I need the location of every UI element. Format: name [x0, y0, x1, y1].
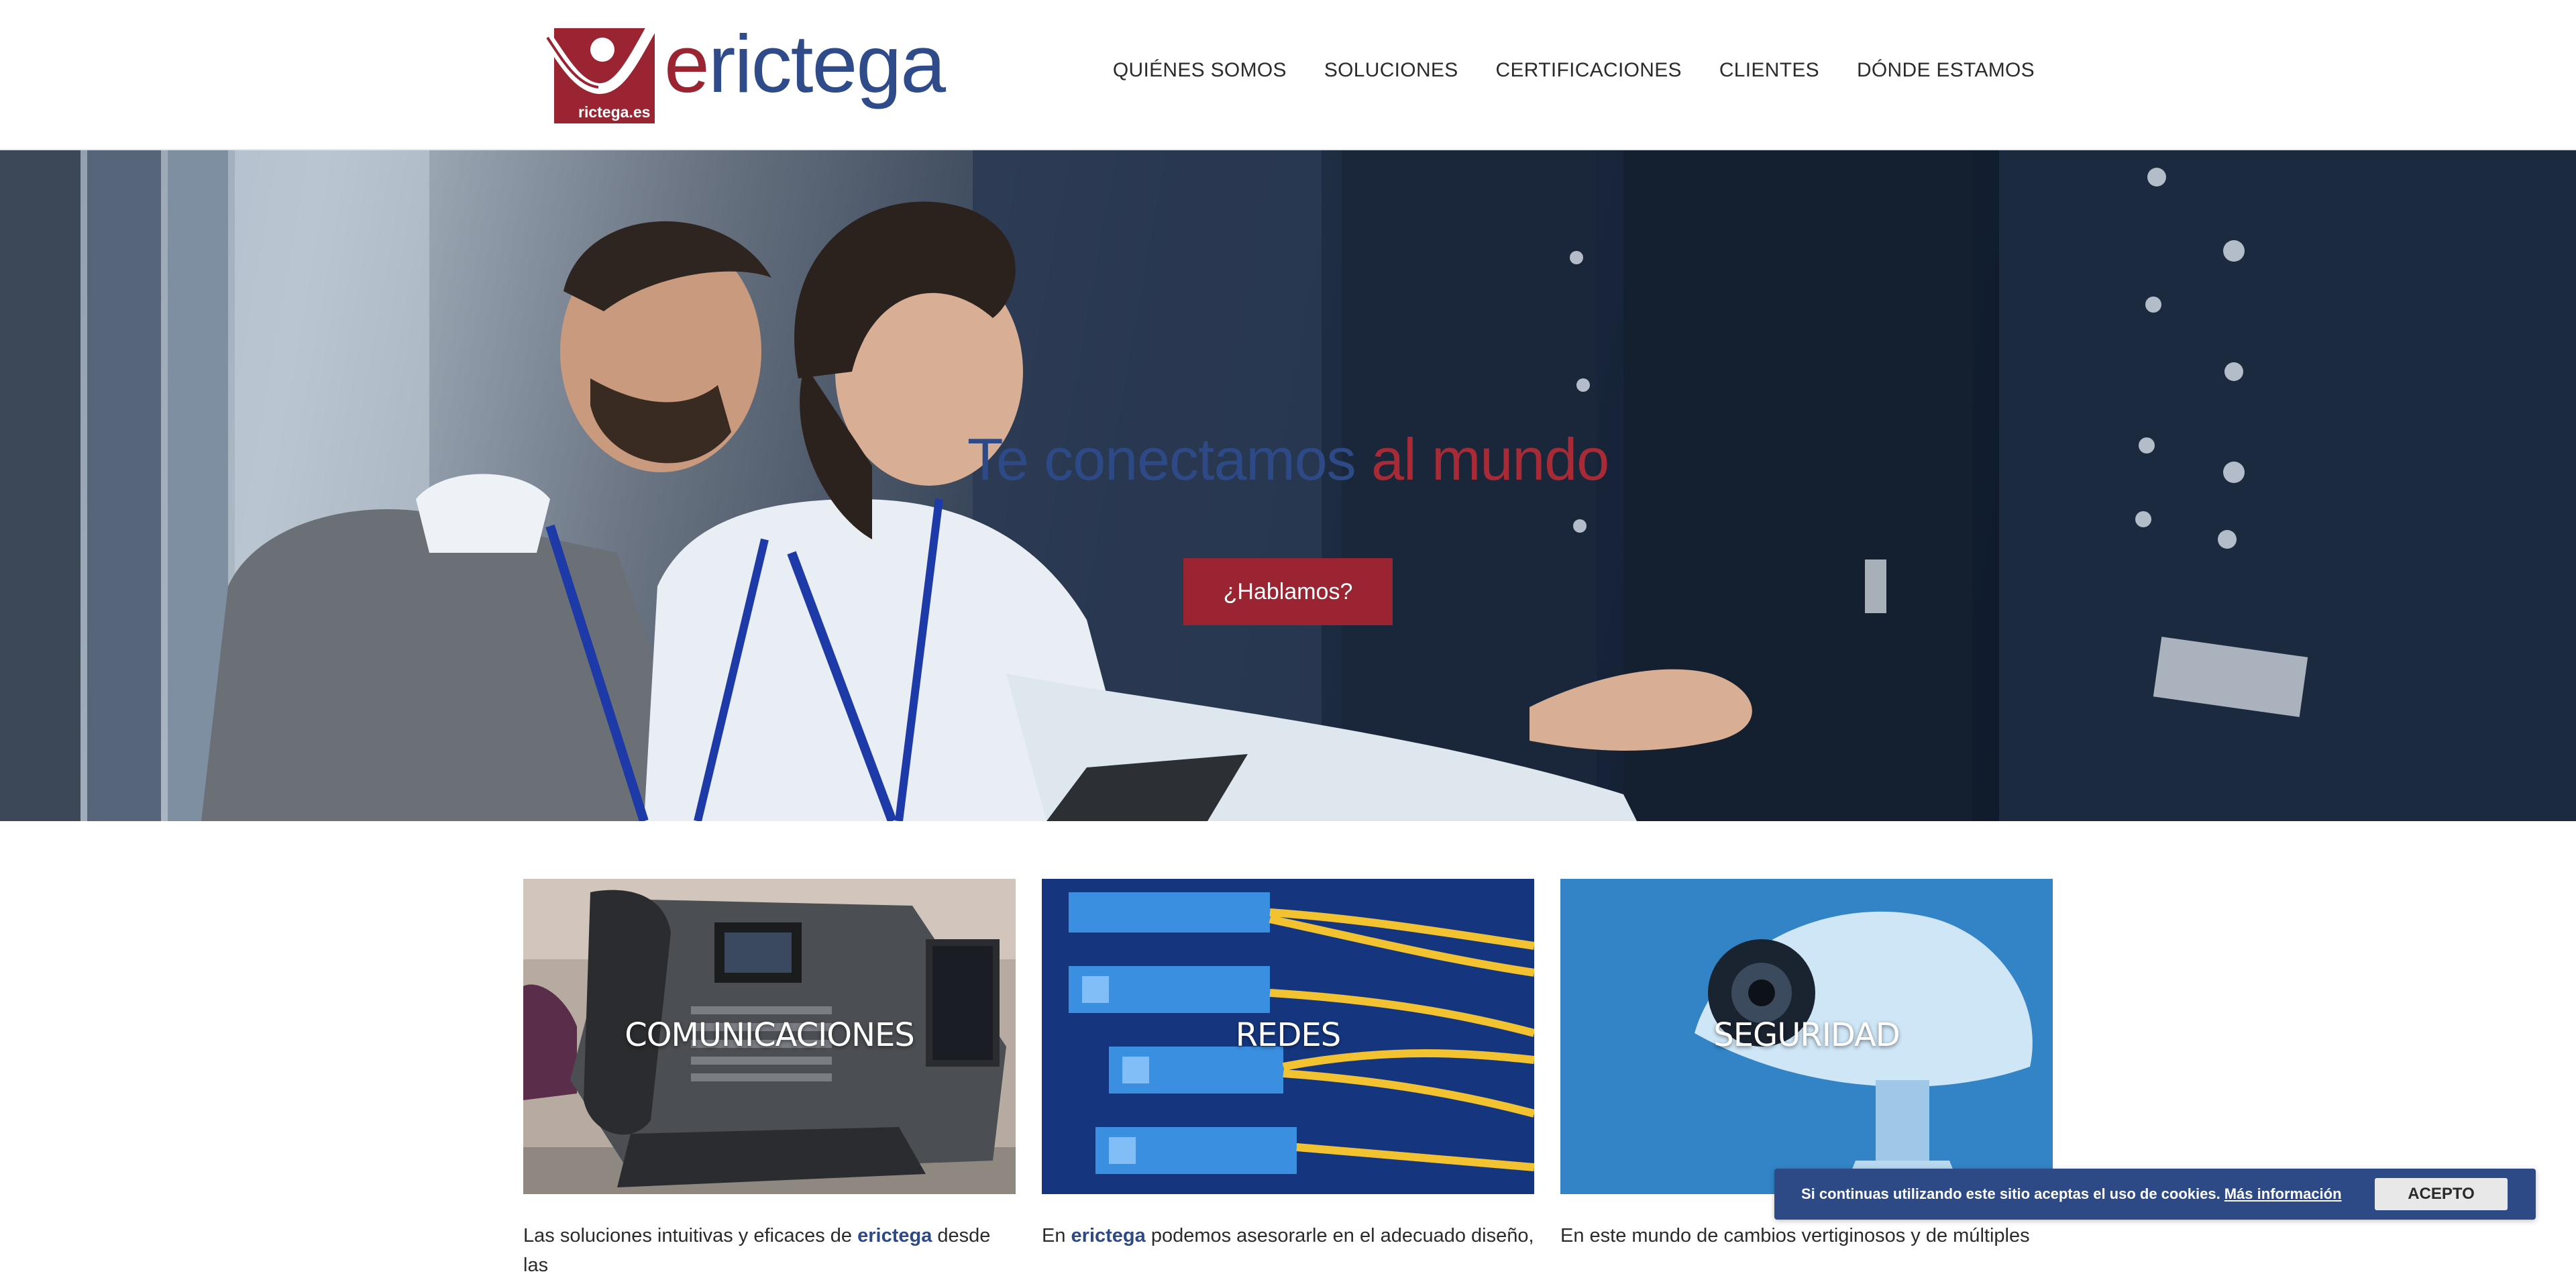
logo-wordmark: erictega: [664, 18, 946, 109]
card-title-redes: REDES: [1235, 1016, 1341, 1054]
cookie-more-info-link[interactable]: Más información: [2224, 1185, 2342, 1203]
nav-item-donde-estamos[interactable]: DÓNDE ESTAMOS: [1857, 59, 2035, 82]
cookie-text: Si continuas utilizando este sitio acept…: [1801, 1185, 2220, 1202]
cookie-accept-button[interactable]: ACEPTO: [2375, 1178, 2508, 1210]
hero-title-blue: Te conectamos: [967, 426, 1356, 492]
erictega-logo[interactable]: rictega.es erictega: [545, 20, 947, 127]
hero-title: Te conectamos al mundo: [0, 425, 2576, 494]
description-redes: En erictega podemos asesorarle en el ade…: [1042, 1225, 1534, 1246]
cookie-banner: Si continuas utilizando este sitio acept…: [1774, 1169, 2536, 1220]
main-nav: QUIÉNES SOMOS SOLUCIONES CERTIFICACIONES…: [1113, 59, 2035, 82]
nav-item-quienes-somos[interactable]: QUIÉNES SOMOS: [1113, 59, 1287, 82]
card-comunicaciones[interactable]: COMUNICACIONES: [523, 879, 1016, 1194]
card-title-seguridad: SEGURIDAD: [1713, 1016, 1900, 1054]
hero-title-red: al mundo: [1371, 426, 1609, 492]
card-seguridad[interactable]: SEGURIDAD: [1560, 879, 2053, 1194]
nav-item-soluciones[interactable]: SOLUCIONES: [1324, 59, 1458, 82]
logo-domain: rictega.es: [578, 103, 651, 121]
card-redes[interactable]: REDES: [1042, 879, 1534, 1194]
description-comunicaciones: Las soluciones intuitivas y eficaces de …: [523, 1225, 991, 1276]
description-seguridad: En este mundo de cambios vertiginosos y …: [1560, 1225, 2030, 1246]
nav-item-clientes[interactable]: CLIENTES: [1719, 59, 1819, 82]
site-header: rictega.es erictega QUIÉNES SOMOS SOLUCI…: [0, 0, 2576, 150]
nav-item-certificaciones[interactable]: CERTIFICACIONES: [1496, 59, 1682, 82]
card-title-comunicaciones: COMUNICACIONES: [625, 1016, 915, 1054]
hero-banner: Te conectamos al mundo ¿Hablamos?: [0, 150, 2576, 821]
hablamos-button[interactable]: ¿Hablamos?: [1183, 558, 1393, 625]
